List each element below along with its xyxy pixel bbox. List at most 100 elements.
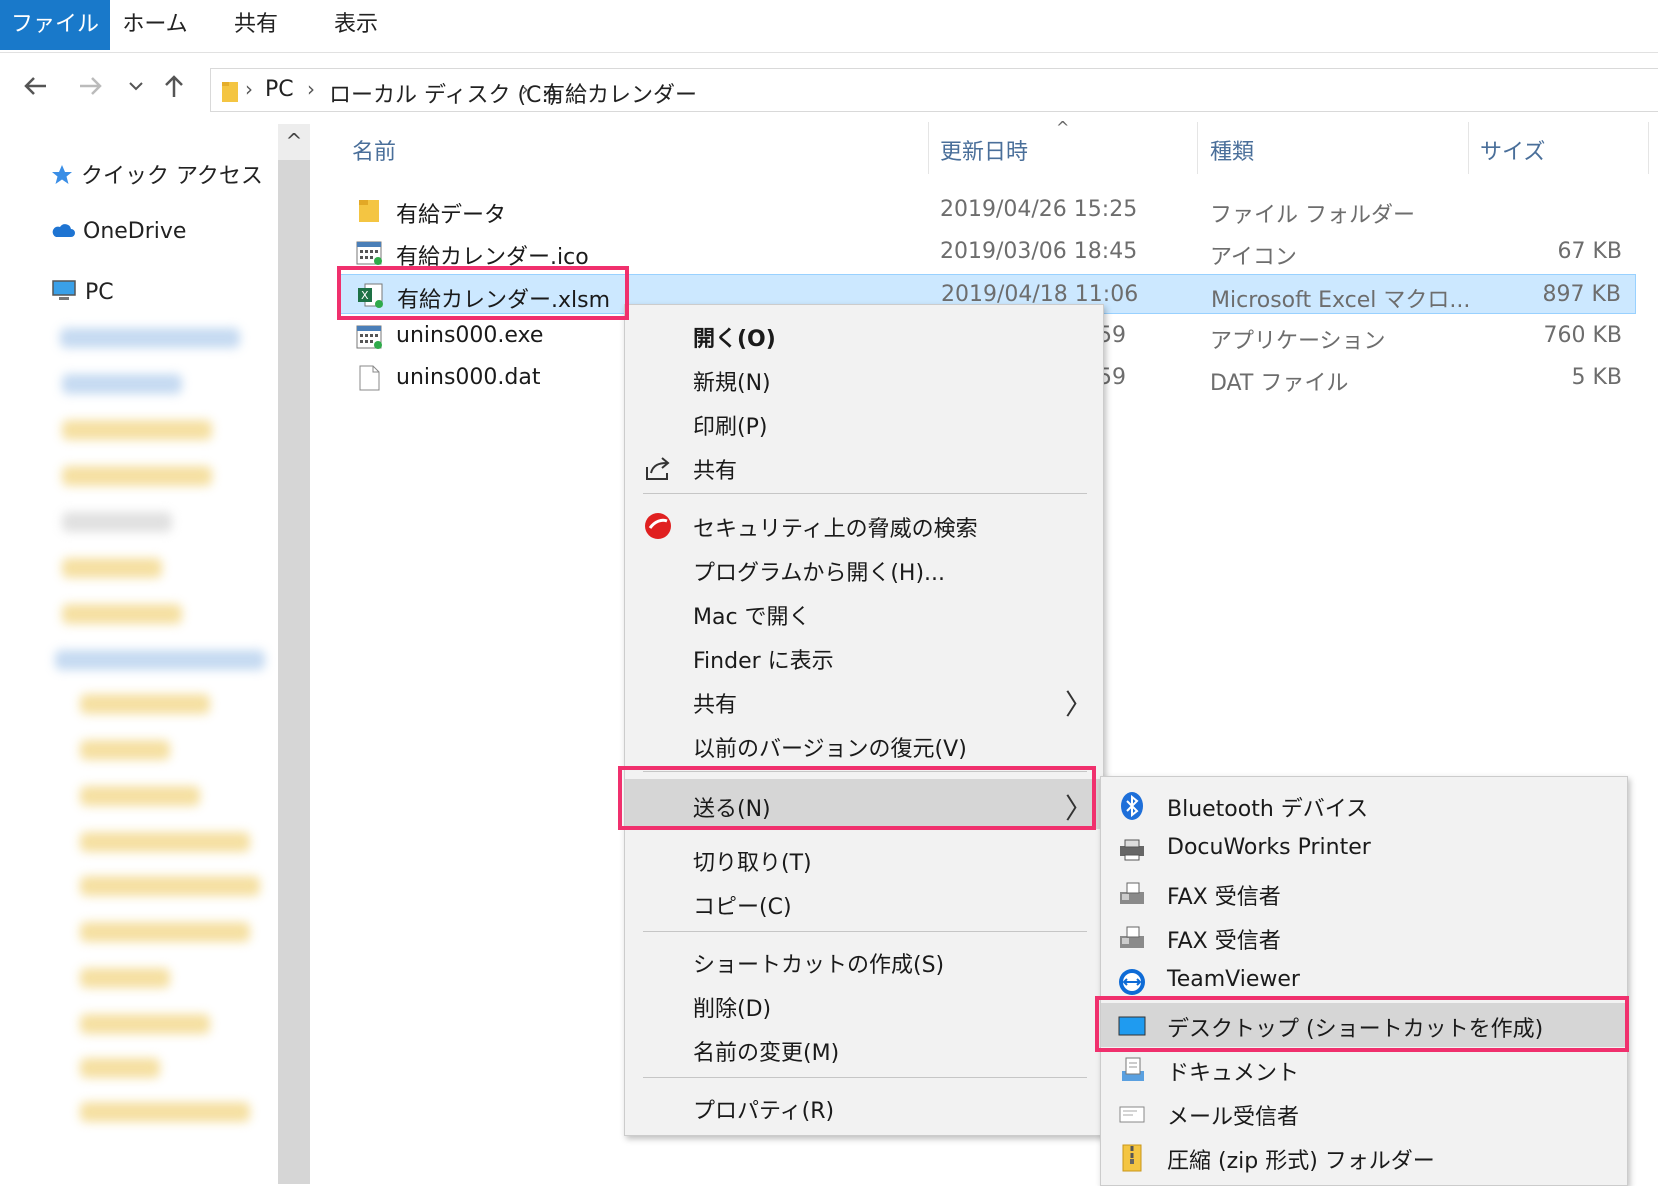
menu-separator <box>643 493 1087 494</box>
menu-label: Finder に表示 <box>693 649 834 674</box>
menu-item-properties[interactable]: プロパティ(R) <box>625 1085 1103 1129</box>
file-size: 67 KB <box>1557 239 1622 264</box>
menu-item-print[interactable]: 印刷(P) <box>625 401 1103 445</box>
menu-label: 共有 <box>693 693 738 718</box>
nav-item-pc[interactable]: PC <box>50 279 114 305</box>
sendto-item-bluetooth[interactable]: Bluetooth デバイス <box>1101 783 1627 827</box>
context-menu: 開く(O) 新規(N) 印刷(P) 共有 セキュリティ上の脅威の検索 プログラム… <box>624 304 1104 1136</box>
menu-item-security-scan[interactable]: セキュリティ上の脅威の検索 <box>625 503 1103 547</box>
forward-button[interactable] <box>72 72 108 108</box>
menu-item-copy[interactable]: コピー(C) <box>625 881 1103 925</box>
menu-label: FAX 受信者 <box>1167 929 1281 954</box>
zip-folder-icon <box>1122 1144 1142 1172</box>
menu-item-open-with[interactable]: プログラムから開く(H)... <box>625 547 1103 591</box>
menu-item-show-finder[interactable]: Finder に表示 <box>625 635 1103 679</box>
nav-item-quick-access[interactable]: クイック アクセス <box>50 158 263 190</box>
menu-label: 切り取り(T) <box>693 851 812 876</box>
blurred-nav-item <box>62 604 182 624</box>
sendto-item-documents[interactable]: ドキュメント <box>1101 1047 1627 1091</box>
menu-label: 開く(O) <box>693 327 776 352</box>
menu-label: 削除(D) <box>693 997 772 1022</box>
menu-label: TeamViewer <box>1167 967 1300 992</box>
security-icon <box>645 513 671 539</box>
sendto-item-fax-1[interactable]: FAX 受信者 <box>1101 871 1627 915</box>
sendto-item-fax-2[interactable]: FAX 受信者 <box>1101 915 1627 959</box>
highlight-selected-file <box>337 266 629 320</box>
file-type: Microsoft Excel マクロ... <box>1211 288 1471 313</box>
file-row[interactable]: 有給データ 2019/04/26 15:25 ファイル フォルダー <box>340 190 1636 230</box>
folder-icon <box>359 200 379 222</box>
bluetooth-icon <box>1121 792 1143 820</box>
blurred-nav-item <box>80 876 260 896</box>
tab-view[interactable]: 表示 <box>326 0 386 50</box>
blurred-nav-item <box>55 650 265 670</box>
nav-label: OneDrive <box>83 219 187 244</box>
tab-home[interactable]: ホーム <box>120 0 190 50</box>
file-size: 5 KB <box>1571 365 1622 390</box>
up-button[interactable] <box>156 72 192 108</box>
menu-item-open[interactable]: 開く(O) <box>625 313 1103 357</box>
breadcrumb-separator-icon: › <box>245 77 253 101</box>
folder-icon <box>222 82 238 102</box>
nav-item-onedrive[interactable]: OneDrive <box>50 219 186 244</box>
breadcrumb-current-folder[interactable]: 有給カレンダー <box>543 77 697 109</box>
column-header-date[interactable]: 更新日時 <box>940 134 1028 166</box>
address-bar[interactable]: › PC › ローカル ディスク (C:) › 有給カレンダー <box>210 68 1658 112</box>
mail-icon <box>1119 1106 1145 1123</box>
menu-spacer <box>643 835 1087 836</box>
menu-item-new[interactable]: 新規(N) <box>625 357 1103 401</box>
menu-label: コピー(C) <box>693 895 792 920</box>
menu-item-delete[interactable]: 削除(D) <box>625 983 1103 1027</box>
blurred-nav-item <box>80 786 200 806</box>
menu-item-restore-versions[interactable]: 以前のバージョンの復元(V) <box>625 723 1103 767</box>
menu-label: 名前の変更(M) <box>693 1041 840 1066</box>
menu-label: Bluetooth デバイス <box>1167 797 1369 822</box>
file-name: unins000.exe <box>396 323 544 348</box>
menu-label: Mac で開く <box>693 605 811 630</box>
send-to-submenu: Bluetooth デバイス DocuWorks Printer FAX 受信者… <box>1100 776 1628 1186</box>
tab-share[interactable]: 共有 <box>226 0 286 50</box>
recent-locations-button[interactable] <box>118 72 154 108</box>
sendto-item-docuworks[interactable]: DocuWorks Printer <box>1101 827 1627 871</box>
printer-icon <box>1120 839 1144 861</box>
back-button[interactable] <box>18 72 54 108</box>
menu-item-share[interactable]: 共有 <box>625 445 1103 489</box>
tab-file[interactable]: ファイル <box>0 0 110 50</box>
breadcrumb-pc[interactable]: PC <box>265 77 294 102</box>
scroll-up-button[interactable]: ^ <box>278 124 310 160</box>
sendto-item-zip[interactable]: 圧縮 (zip 形式) フォルダー <box>1101 1135 1627 1179</box>
column-header-size[interactable]: サイズ <box>1480 134 1545 166</box>
menu-item-share-submenu[interactable]: 共有 〉 <box>625 679 1103 723</box>
up-arrow-icon <box>165 75 183 97</box>
menu-label: FAX 受信者 <box>1167 885 1281 910</box>
file-name: unins000.dat <box>396 365 541 390</box>
nav-scrollbar[interactable] <box>278 124 310 1184</box>
blurred-nav-item <box>80 740 170 760</box>
sendto-item-mail[interactable]: メール受信者 <box>1101 1091 1627 1135</box>
calendar-icon <box>356 241 382 265</box>
star-icon <box>52 165 72 184</box>
chevron-down-icon <box>129 82 143 91</box>
sort-ascending-icon: ^ <box>1056 118 1070 137</box>
blurred-nav-item <box>80 968 170 988</box>
column-header-name[interactable]: 名前 <box>352 134 396 166</box>
nav-label: クイック アクセス <box>81 164 263 189</box>
file-type: DAT ファイル <box>1210 371 1349 396</box>
column-divider <box>928 122 929 174</box>
menu-item-cut[interactable]: 切り取り(T) <box>625 837 1103 881</box>
calendar-icon <box>356 325 382 349</box>
menu-item-open-mac[interactable]: Mac で開く <box>625 591 1103 635</box>
highlight-desktop-shortcut <box>1095 996 1629 1052</box>
menu-label: ショートカットの作成(S) <box>693 953 945 978</box>
blurred-nav-item <box>80 694 210 714</box>
menu-label: 圧縮 (zip 形式) フォルダー <box>1167 1149 1435 1174</box>
menu-item-create-shortcut[interactable]: ショートカットの作成(S) <box>625 939 1103 983</box>
menu-label: 印刷(P) <box>693 415 768 440</box>
menu-label: 新規(N) <box>693 371 771 396</box>
menu-separator <box>643 931 1087 932</box>
menu-item-rename[interactable]: 名前の変更(M) <box>625 1027 1103 1071</box>
column-header-type[interactable]: 種類 <box>1210 134 1254 166</box>
computer-icon <box>52 280 76 300</box>
cloud-icon <box>52 224 75 237</box>
teamviewer-icon <box>1119 969 1145 995</box>
